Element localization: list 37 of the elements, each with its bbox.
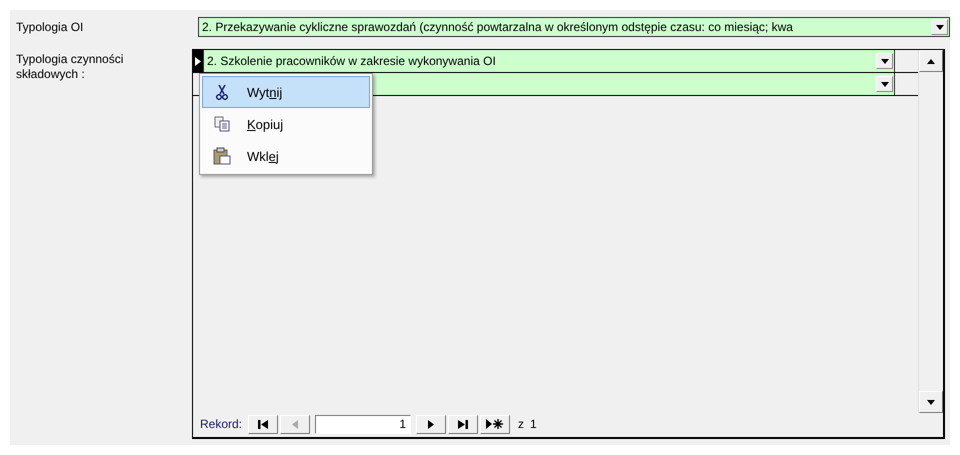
pointer-icon — [195, 56, 201, 66]
of-label: z — [518, 417, 524, 431]
caret-icon — [880, 58, 888, 64]
scroll-up-button[interactable] — [919, 50, 943, 72]
scroll-down-button[interactable] — [919, 391, 943, 413]
new-record-icon — [486, 419, 504, 429]
dropdown-button[interactable] — [931, 19, 948, 35]
copy-icon — [214, 116, 230, 132]
record-selector[interactable] — [193, 50, 203, 72]
field-label: Typologia OI — [15, 19, 84, 36]
menu-item[interactable]: Wytnij — [202, 76, 370, 108]
menu-item[interactable]: Kopiuj — [202, 108, 370, 140]
dropdown-button[interactable] — [876, 53, 893, 69]
last-icon — [458, 420, 468, 428]
navigation-label: Rekord: — [200, 417, 242, 431]
caret-icon — [880, 82, 888, 86]
caret-icon — [927, 400, 935, 404]
typology-dropdown[interactable]: 2. Przekazywanie cykliczne sprawozdań (czynność powtarzalna w określonym odstępie czasu: co miesiąc; kwa — [198, 17, 950, 37]
scrollbar[interactable] — [918, 50, 943, 413]
caret-icon — [927, 58, 935, 64]
menu-item[interactable]: Wklej — [202, 140, 370, 172]
previous-record-button[interactable] — [280, 414, 310, 434]
caret-icon — [936, 24, 944, 30]
first-icon — [258, 420, 268, 428]
field-label: Typologia czynności składowych : — [15, 51, 124, 83]
previous-icon — [292, 420, 298, 428]
first-record-button[interactable] — [248, 414, 278, 434]
record-number-field[interactable]: 1 — [315, 414, 412, 434]
next-record-button[interactable] — [416, 414, 446, 434]
next-icon — [428, 420, 434, 428]
clipboard-icon — [213, 147, 231, 165]
scissors-icon — [215, 84, 229, 100]
dropdown-button[interactable] — [876, 76, 893, 92]
activity-dropdown[interactable]: 2. Szkolenie pracowników w zakresie wykonywania OI — [203, 50, 895, 72]
new-record-button[interactable] — [480, 414, 510, 434]
record-total: 1 — [530, 417, 537, 431]
last-record-button[interactable] — [448, 414, 478, 434]
